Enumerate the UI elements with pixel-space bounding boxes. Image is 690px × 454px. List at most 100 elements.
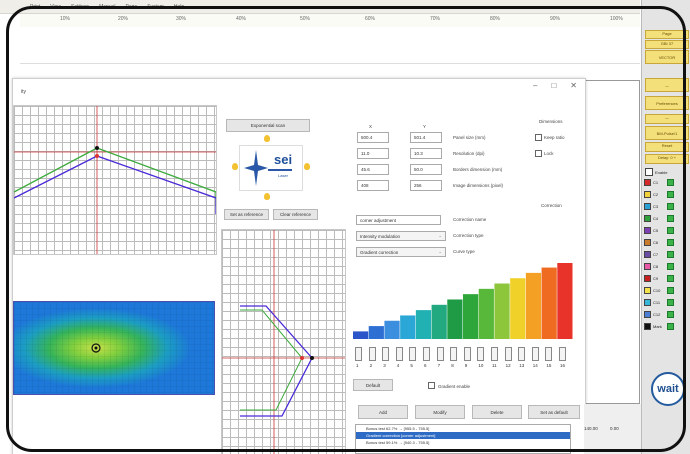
reset-button[interactable]: Reset [645,142,689,152]
default-button[interactable]: Default [353,379,393,391]
menu-item-system[interactable]: System [147,4,164,10]
add-button[interactable]: Add [358,405,408,419]
level-slider[interactable] [436,347,444,361]
borders-y-field[interactable]: 50.0 [410,164,442,175]
channel-color-swatch[interactable] [644,251,651,258]
wait-button[interactable]: wait [651,372,685,406]
keep-ratio-checkbox[interactable] [535,134,542,141]
profile-point[interactable] [95,154,99,158]
level-slider[interactable] [368,347,376,361]
channel-row[interactable]: C12 [644,310,689,319]
curve-type-select[interactable]: Gradient correction ⌄ [356,247,446,257]
delay-button[interactable]: Delay: 0 + [645,154,689,164]
list-item-selected[interactable]: Gradient correction [corner adjustment] [356,432,570,439]
vertical-profile-graph[interactable] [221,229,346,454]
level-slider[interactable] [477,347,485,361]
level-slider[interactable] [382,347,390,361]
channel-enable-icon[interactable] [667,275,674,282]
modify-button[interactable]: Modify [415,405,465,419]
level-slider[interactable] [559,347,566,361]
level-slider[interactable] [395,347,403,361]
profile-point[interactable] [300,356,304,360]
menu-item-manual[interactable]: Manual [99,4,115,10]
clear-reference-button[interactable]: Clear reference [273,209,318,220]
panel-size-x-field[interactable]: 500.4 [357,132,389,143]
level-slider[interactable] [463,347,471,361]
level-slider[interactable] [409,347,417,361]
correction-list[interactable]: Bonus test 62.7% → [955.5 - 755.5] Gradi… [355,424,571,454]
page-value[interactable]: GBI 37 [645,40,689,49]
minimize-icon[interactable]: – [533,81,537,90]
gradient-enable-checkbox[interactable] [428,382,435,389]
set-default-button[interactable]: Set as default [528,405,580,419]
maximize-icon[interactable]: □ [551,81,556,90]
channel-row[interactable]: C4 [644,214,689,223]
level-slider[interactable] [423,347,430,361]
intensity-heatmap[interactable] [13,301,215,395]
channel-enable-icon[interactable] [667,191,674,198]
channel-row[interactable]: C3 [644,202,689,211]
separator-button[interactable]: — [645,114,689,124]
profile-point[interactable] [95,146,99,150]
channel-color-swatch[interactable] [644,311,651,318]
resolution-x-field[interactable]: 11.0 [357,148,389,159]
channel-row[interactable]: C9 [644,274,689,283]
channel-color-swatch[interactable] [644,287,651,294]
level-slider[interactable] [531,347,539,361]
exponential-scan-button[interactable]: Exponential scan [226,119,310,132]
channel-enable-icon[interactable] [667,287,674,294]
resolution-y-field[interactable]: 10.3 [410,148,442,159]
channel-enable-icon[interactable] [667,215,674,222]
level-slider[interactable] [450,347,458,361]
channel-color-swatch[interactable] [644,323,651,330]
level-slider[interactable] [355,347,362,361]
correction-type-select[interactable]: Intensity modulation ⌄ [356,231,446,241]
channel-row[interactable]: C11 [644,298,689,307]
channel-row[interactable]: C7 [644,250,689,259]
gradient-ramp-chart[interactable] [353,259,573,339]
menu-item-print[interactable]: Print [30,4,40,10]
menu-item-view[interactable]: View [50,4,61,10]
device-button[interactable]: BM-Pulse/1 [645,126,689,140]
set-reference-button[interactable]: Set as reference [224,209,269,220]
delete-button[interactable]: Delete [472,405,522,419]
panel-size-y-field[interactable]: 501.4 [410,132,442,143]
channel-row[interactable]: C2 [644,190,689,199]
vector-button[interactable]: VECTOR [645,50,689,64]
list-item[interactable]: Bonus test 59.1% → [940.3 - 755.5] [356,439,570,446]
channel-row[interactable]: Mark [644,322,689,331]
channel-row[interactable]: C1 [644,178,689,187]
channel-enable-icon[interactable] [667,179,674,186]
channel-row[interactable]: C10 [644,286,689,295]
level-slider[interactable] [545,347,553,361]
close-icon[interactable]: ✕ [570,81,577,90]
channel-enable-icon[interactable] [667,311,674,318]
channel-enable-icon[interactable] [667,263,674,270]
channel-color-swatch[interactable] [644,299,651,306]
channel-color-swatch[interactable] [644,275,651,282]
menu-item-help[interactable]: Help [174,4,184,10]
channel-enable-icon[interactable] [667,203,674,210]
channel-enable-icon[interactable] [667,323,674,330]
channel-enable-icon[interactable] [667,299,674,306]
channel-enable-icon[interactable] [667,239,674,246]
list-item[interactable]: Bonus test 62.7% → [955.5 - 755.5] [356,425,570,432]
lock-checkbox[interactable] [535,150,542,157]
preferences-button[interactable]: Preferences [645,96,689,110]
minus-button[interactable]: — [645,78,689,92]
horizontal-profile-graph[interactable] [13,105,217,255]
channel-color-swatch[interactable] [644,215,651,222]
channel-color-swatch[interactable] [644,191,651,198]
channel-color-swatch[interactable] [644,263,651,270]
channel-row[interactable]: C6 [644,238,689,247]
channel-row[interactable]: C5 [644,226,689,235]
channel-color-swatch[interactable] [644,239,651,246]
channel-row[interactable]: C8 [644,262,689,271]
image-dim-y-field[interactable]: 256 [410,180,442,191]
level-slider[interactable] [504,347,512,361]
menu-item-page[interactable]: Page [126,4,138,10]
profile-point[interactable] [310,356,314,360]
menu-item-settings[interactable]: Settings [71,4,89,10]
image-dim-x-field[interactable]: 408 [357,180,389,191]
level-slider[interactable] [518,347,526,361]
